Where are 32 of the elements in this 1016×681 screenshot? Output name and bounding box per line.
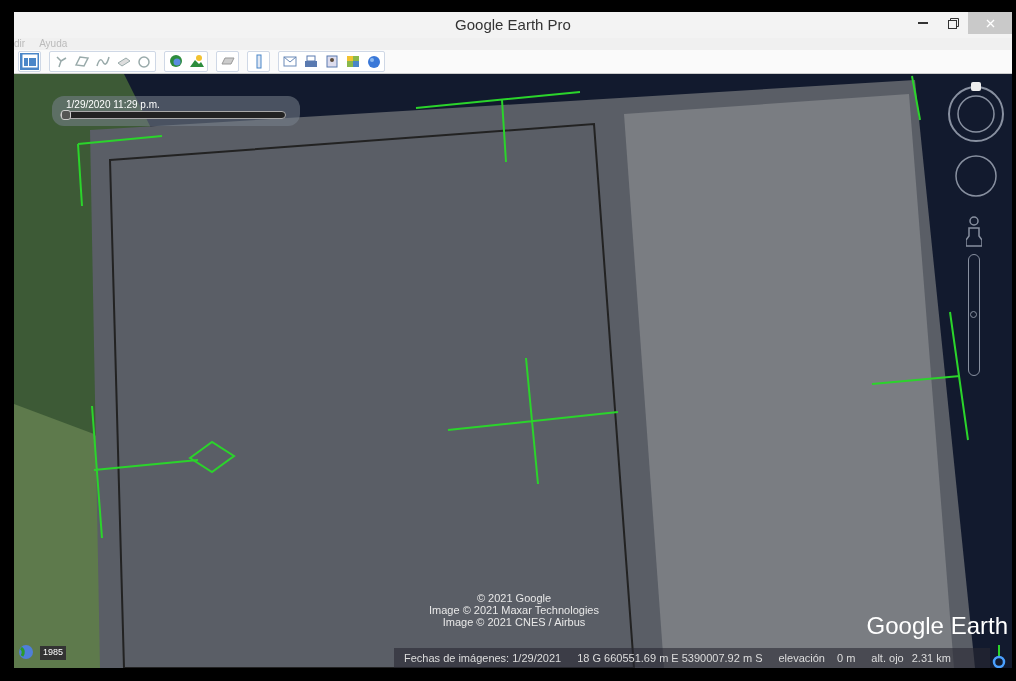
- zoom-thumb[interactable]: [970, 311, 977, 318]
- polygon-icon: [73, 54, 90, 69]
- elevation-value: 0 m: [836, 650, 856, 666]
- close-icon: [985, 18, 995, 28]
- eye-altitude-value: 2.31 km: [911, 650, 951, 666]
- street-view-icon[interactable]: [966, 216, 982, 250]
- slider-thumb[interactable]: [61, 110, 71, 120]
- minimize-icon: [918, 21, 928, 25]
- toolbar-button[interactable]: [280, 53, 299, 70]
- historical-imagery-year[interactable]: 1985: [40, 646, 67, 660]
- path-line: [910, 74, 922, 122]
- image-date: Fechas de imágenes: 1/29/2021: [404, 650, 562, 666]
- restore-icon: [947, 17, 959, 29]
- path-icon: [94, 54, 111, 69]
- maps-icon: [344, 54, 361, 69]
- location-pin-icon[interactable]: [992, 644, 1006, 668]
- toolbar-button[interactable]: [187, 53, 206, 70]
- globe-icon: [365, 54, 382, 69]
- polygon-shape: [188, 440, 236, 474]
- coordinates: 18 G 660551.69 m E 5390007.92 m S: [577, 650, 763, 666]
- attribution-text: Image © 2021 Maxar Technologies: [428, 604, 600, 616]
- print-icon: [302, 54, 319, 69]
- attribution-text: © 2021 Google: [475, 592, 553, 604]
- elevation-label: elevación: [778, 650, 825, 666]
- time-slider[interactable]: 1/29/2020 11:29 p.m.: [52, 96, 300, 126]
- attribution-text: Image © 2021 CNES / Airbus: [441, 616, 587, 628]
- time-label: 1/29/2020 11:29 p.m.: [66, 98, 160, 112]
- app-logo: Google Earth: [866, 611, 1008, 641]
- sun-icon: [188, 54, 205, 69]
- email-icon: [281, 54, 298, 69]
- eye-altitude-label: alt. ojo: [871, 650, 904, 666]
- window-title: Google Earth Pro: [455, 14, 571, 35]
